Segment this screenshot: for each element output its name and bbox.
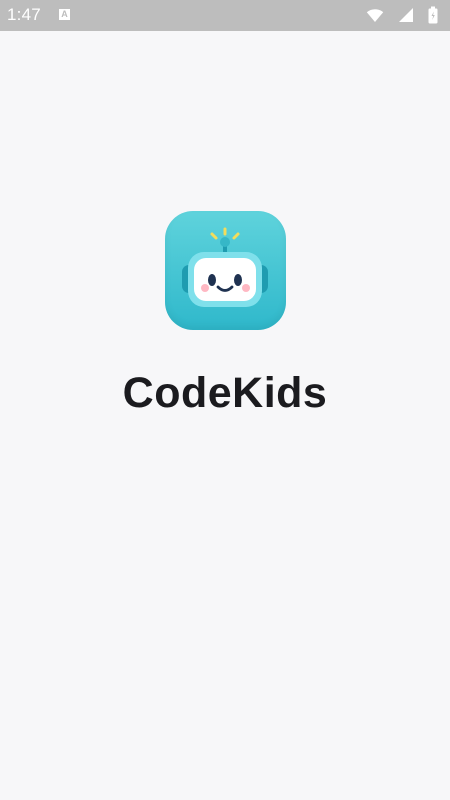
wifi-icon xyxy=(366,9,384,22)
battery-icon xyxy=(428,6,438,24)
status-icons xyxy=(366,6,438,24)
status-time: 1:47 xyxy=(7,5,41,24)
robot-face-icon xyxy=(182,227,268,307)
signal-icon xyxy=(399,8,413,22)
splash-screen: 1:47 A CodeKids xyxy=(0,0,450,800)
app-logo xyxy=(165,211,286,330)
app-name: CodeKids xyxy=(122,369,328,417)
notification-a-icon: A xyxy=(59,9,70,20)
status-bar: 1:47 A xyxy=(0,0,450,31)
